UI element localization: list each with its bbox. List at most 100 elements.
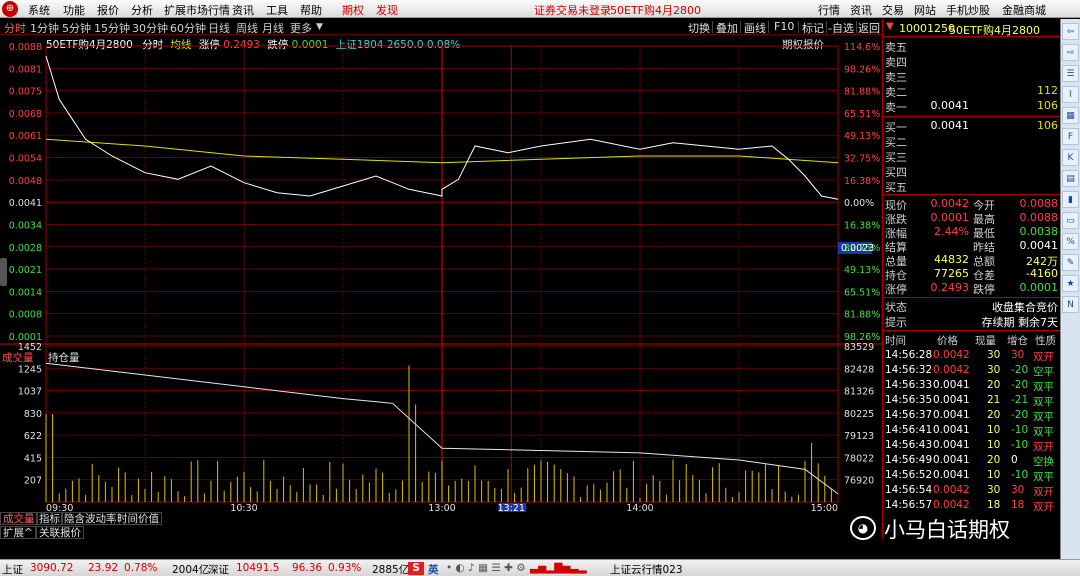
k-icon[interactable]: K [1062,149,1079,166]
menu-options[interactable]: 期权 [342,2,364,18]
forward-icon[interactable]: ⇨ [1062,44,1079,61]
stat-value: 0.2493 [930,281,970,294]
ask-level-4[interactable]: 卖四 [883,54,1061,69]
volume-bars [45,365,832,502]
menu-system[interactable]: 系统 [28,2,50,18]
pct-tick-label: 81.88% [844,87,880,98]
percent-icon[interactable]: % [1062,233,1079,250]
chart-icon[interactable]: ⌇ [1062,86,1079,103]
bid-level-3[interactable]: 买三 [883,149,1061,164]
tab-monthly[interactable]: 月线 [262,20,284,36]
level-volume: 112 [1037,84,1058,97]
menu-help[interactable]: 帮助 [300,2,322,18]
switch-button[interactable]: 切换 [688,20,710,35]
tab-indicator[interactable]: 指标 [36,512,63,525]
f10-button[interactable]: F10 [774,20,794,34]
menu-info[interactable]: 资讯 [232,2,254,18]
tab-1min[interactable]: 1分钟 [30,20,59,36]
draw-line-button[interactable]: 画线 [744,20,766,35]
menu-quote[interactable]: 报价 [97,2,119,18]
top-btn-website[interactable]: 网站 [914,2,936,18]
ime-mode[interactable]: 英 [428,562,439,576]
trade-cell: 30 [1011,349,1025,361]
tab-related-quotes[interactable]: 关联报价 [36,526,84,539]
level-price: 0.0041 [930,99,970,112]
trade-row: 14:56:41 0.0041 10 -10 双平 [883,424,1061,439]
trade-cell: 双开 [1033,351,1054,363]
ask-level-2[interactable]: 卖二 112 [883,84,1061,99]
bid-level-2[interactable]: 买二 [883,134,1061,149]
tab-5min[interactable]: 5分钟 [62,20,91,36]
top-btn-info[interactable]: 资讯 [850,2,872,18]
pct-tick-label: 16.38% [844,176,880,187]
trade-cell: 0.0041 [933,424,970,436]
back-icon[interactable]: ⇦ [1062,23,1079,40]
back-button[interactable]: 返回 [858,20,880,35]
tab-15min[interactable]: 15分钟 [94,20,130,36]
mark-button[interactable]: 标记 [802,20,824,35]
stat-value: -4160 [1026,267,1058,280]
level-label: 买五 [885,181,907,194]
pct-tick-label: 81.88% [844,310,880,321]
tab-extend[interactable]: 扩展^ [0,526,36,539]
menu-analysis[interactable]: 分析 [131,2,153,18]
sogou-ime-icon[interactable]: S [408,562,424,575]
panel-collapse-handle[interactable] [0,258,7,286]
top-btn-mobile[interactable]: 手机炒股 [946,2,990,18]
level-volume: 106 [1037,99,1058,112]
open-interest-label: 持仓量 [48,352,80,364]
menu-tools[interactable]: 工具 [266,2,288,18]
tab-more[interactable]: 更多 [290,20,312,36]
more-chevron-icon[interactable]: ▼ [316,22,323,32]
contract-name: 50ETF购4月2800 [949,24,1040,37]
stat-value: 0.0038 [1019,225,1059,238]
ask-level-5[interactable]: 卖五 [883,39,1061,54]
tab-time-value[interactable]: 时间价值 [114,512,162,525]
tab-intraday[interactable]: 分时 [4,20,26,36]
f10-icon[interactable]: F [1062,128,1079,145]
volume-icon[interactable]: ▮ [1062,191,1079,208]
top-btn-trade[interactable]: 交易 [882,2,904,18]
tab-60min[interactable]: 60分钟 [170,20,206,36]
sz-index-value: 10491.5 [236,562,280,574]
top-btn-quote[interactable]: 行情 [818,2,840,18]
level-label: 买二 [885,136,907,149]
intraday-chart[interactable]: 0.0088 114.6% 0.0081 98.26% 0.0075 81.88% 0.00… [0,36,882,512]
grid-icon[interactable]: ▦ [1062,107,1079,124]
ime-tools-icon[interactable]: • ◐ ♪ ▦ ☰ ✚ ⚙ [446,562,526,574]
list-icon[interactable]: ☰ [1062,65,1079,82]
sz-index-amount: 2885亿 [372,564,410,576]
ask-level-1[interactable]: 卖一 0.0041 106 [883,99,1061,114]
tab-30min[interactable]: 30分钟 [132,20,168,36]
oi-tick-label: 76920 [844,476,874,487]
stats-icon[interactable]: ▤ [1062,170,1079,187]
n-icon[interactable]: N [1062,296,1079,313]
add-watchlist-button[interactable]: -自选 [828,20,854,35]
ask-level-3[interactable]: 卖三 [883,69,1061,84]
sz-index-pct: 0.93% [328,562,362,574]
price-tick-label: 0.0014 [9,287,42,298]
level-label: 卖三 [885,71,907,84]
bid-level-5[interactable]: 买五 [883,179,1061,194]
menu-function[interactable]: 功能 [63,2,85,18]
overlay-button[interactable]: 叠加 [716,20,738,35]
tab-weekly[interactable]: 周线 [236,20,258,36]
trade-cell: 双平 [1033,396,1054,408]
sh-index-change: 23.92 [88,562,119,574]
price-tick-label: 0.0068 [9,109,42,120]
menu-discover[interactable]: 发现 [376,2,398,18]
bid-level-1[interactable]: 买一 0.0041 106 [883,119,1061,134]
trade-cell: -20 [1011,409,1029,421]
trade-row: 14:56:28 0.0042 30 30 双开 [883,349,1061,364]
star-icon[interactable]: ★ [1062,275,1079,292]
tab-implied-volatility[interactable]: 隐含波动率 [61,512,120,525]
indicator-tab-bar: 成交量 指标 隐含波动率 时间价值 扩展^ 关联报价 [0,512,882,540]
menu-extended-market[interactable]: 扩展市场行情 [164,2,230,18]
pen-icon[interactable]: ✎ [1062,254,1079,271]
bid-level-4[interactable]: 买四 [883,164,1061,179]
tab-volume[interactable]: 成交量 [0,512,38,525]
window-icon[interactable]: ▭ [1062,212,1079,229]
tab-daily[interactable]: 日线 [208,20,230,36]
top-btn-mall[interactable]: 金融商城 [1002,2,1046,18]
quote-panel-title: ▼ 10001250 50ETF购4月2800 [883,19,1061,37]
